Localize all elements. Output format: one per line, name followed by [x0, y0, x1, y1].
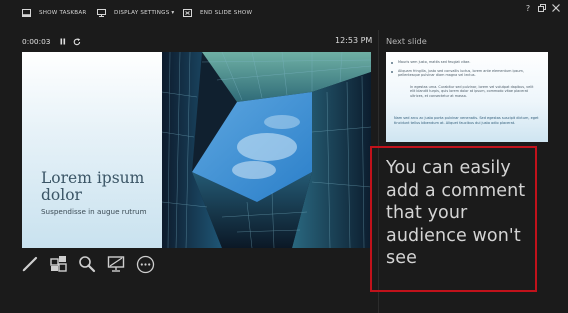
- next-slide-footer: Nam sed arcu ac justo porta pulvinar ven…: [394, 116, 539, 125]
- next-slide-bullet: Aliquam fringilla, justo sed convallis l…: [398, 69, 524, 78]
- bullet-dot: [391, 62, 393, 64]
- current-slide[interactable]: Lorem ipsum dolor Suspendisse in augue r…: [22, 52, 371, 248]
- pen-icon: [22, 256, 38, 272]
- pause-button[interactable]: [60, 38, 66, 45]
- restart-icon: [73, 37, 80, 45]
- slide-subtitle: Suspendisse in augue rutrum: [41, 207, 147, 216]
- show-taskbar-label: SHOW TASKBAR: [39, 10, 87, 16]
- pause-icon: [60, 38, 65, 45]
- more-options-icon: [136, 255, 154, 273]
- next-slide-heading: Next slide: [386, 36, 427, 46]
- speaker-notes[interactable]: You can easily add a comment that your a…: [386, 157, 536, 270]
- more-options-button[interactable]: [135, 254, 155, 274]
- close-icon: [552, 4, 560, 12]
- restore-button[interactable]: [536, 2, 548, 14]
- screen-icon: [107, 256, 125, 272]
- timer-bar: 0:00:03: [22, 37, 81, 46]
- restart-timer-button[interactable]: [73, 37, 81, 46]
- taskbar-icon: [22, 9, 31, 17]
- display-settings-button[interactable]: DISPLAY SETTINGS ▾: [97, 6, 174, 20]
- black-screen-button[interactable]: [106, 254, 126, 274]
- pen-tool-button[interactable]: [20, 254, 40, 274]
- see-all-slides-button[interactable]: [49, 254, 69, 274]
- question-icon: ?: [525, 3, 531, 13]
- zoom-button[interactable]: [77, 254, 97, 274]
- help-button[interactable]: ?: [522, 2, 534, 14]
- close-button[interactable]: [550, 2, 562, 14]
- building-photo: [162, 52, 371, 248]
- display-settings-label: DISPLAY SETTINGS ▾: [114, 10, 175, 16]
- show-taskbar-button[interactable]: SHOW TASKBAR: [22, 6, 86, 20]
- end-slide-show-button[interactable]: END SLIDE SHOW: [183, 6, 252, 20]
- slide-sorter-icon: [50, 256, 67, 272]
- slide-title: Lorem ipsum dolor: [41, 169, 145, 204]
- next-slide-bullet: Mauris sem justo, mattis sed feugiat vit…: [398, 60, 471, 64]
- bullet-dot: [391, 71, 393, 73]
- end-show-icon: [183, 9, 192, 17]
- elapsed-time: 0:00:03: [22, 37, 51, 46]
- end-slide-show-label: END SLIDE SHOW: [200, 10, 253, 16]
- zoom-icon: [79, 256, 96, 273]
- display-icon: [97, 9, 106, 17]
- restore-icon: [538, 4, 546, 12]
- next-slide-bullet: In egestas urna. Curabitur sed pulvinar,…: [410, 85, 534, 98]
- slide-text-panel: Lorem ipsum dolor Suspendisse in augue r…: [22, 52, 162, 248]
- next-slide-preview[interactable]: Mauris sem justo, mattis sed feugiat vit…: [386, 52, 548, 142]
- clock: 12:53 PM: [335, 36, 373, 45]
